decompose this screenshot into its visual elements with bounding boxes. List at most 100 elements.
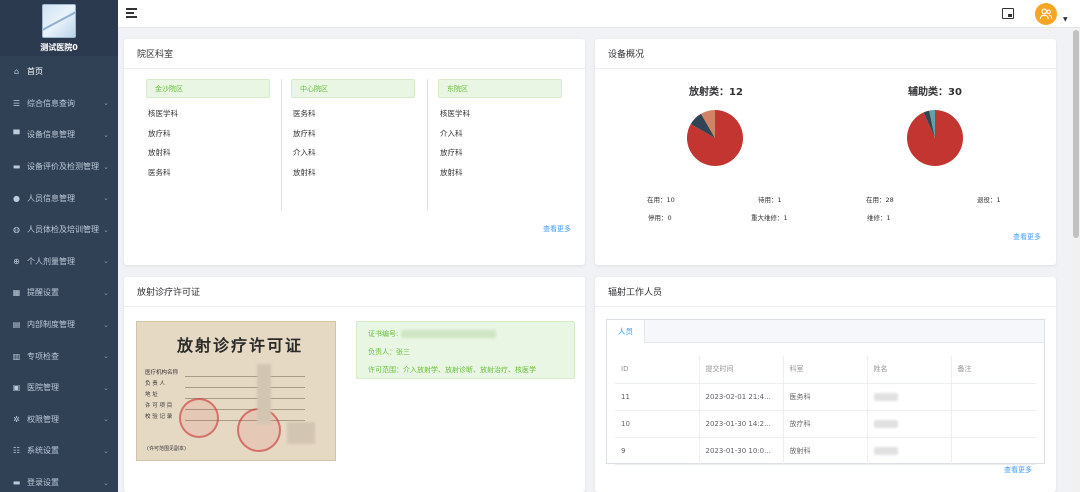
sidebar-item[interactable]: ☰ 综合信息查询 ⌄ — [0, 88, 118, 120]
cell-name — [866, 383, 951, 411]
license-number-label: 证书编号: — [368, 330, 399, 338]
redacted-name — [873, 392, 898, 401]
license-image-title: 放射诊疗许可证 — [177, 336, 304, 355]
department-item[interactable]: 介入科 — [438, 124, 562, 144]
license-image[interactable]: 放射诊疗许可证 医疗机构名称 负 责 人 地 址 许 可 项 目 校 验 记 录… — [136, 321, 336, 461]
sidebar-item[interactable]: ▀ 设备信息管理 ⌄ — [0, 119, 118, 151]
departments-card: 院区科室 金沙院区 核医学科 放疗科 放射科 医务科 中心院区 医务科 放疗科 … — [124, 39, 585, 265]
table-row[interactable]: 9 2023-01-30 10:0... 放射科 — [615, 437, 1036, 465]
tab-staff[interactable]: 人员 — [607, 320, 645, 343]
sidebar-item-label: 综合信息查询 — [27, 98, 75, 108]
sidebar-item-label: 人员体检及培训管理 — [27, 225, 99, 235]
department-item[interactable]: 核医学科 — [146, 104, 270, 124]
sidebar-item[interactable]: ✲ 权限管理 ⌄ — [0, 404, 118, 436]
departments-more-link[interactable]: 查看更多 — [543, 224, 571, 234]
device-stat: 退役：1 — [977, 196, 1001, 204]
department-item[interactable]: 放疗科 — [146, 124, 270, 144]
campus-tag: 中心院区 — [291, 79, 415, 98]
cell-note — [950, 410, 1036, 438]
sidebar-item[interactable]: ☷ 系统设置 ⌄ — [0, 435, 118, 467]
building-icon: ▣ — [12, 383, 21, 393]
staff-tabs: 人员 — [607, 320, 1044, 343]
page-scrollbar[interactable] — [1072, 28, 1080, 492]
department-item[interactable]: 放疗科 — [291, 124, 415, 144]
department-item[interactable]: 放射科 — [291, 163, 415, 183]
staff-tab-panel: 人员 ID 提交时间 科室 姓名 备注 11 2023-02-01 21:4..… — [606, 319, 1045, 465]
cell-name — [866, 410, 951, 438]
avatar[interactable] — [1035, 3, 1057, 25]
auxiliary-devices-title: 辅助类：30 — [908, 87, 962, 98]
chevron-down-icon: ⌄ — [103, 352, 109, 361]
department-item[interactable]: 核医学科 — [438, 104, 562, 124]
department-item[interactable]: 医务科 — [291, 104, 415, 124]
table-row[interactable]: 10 2023-01-30 14:2... 放疗科 — [615, 410, 1036, 438]
license-info: 证书编号: 负责人：张三 许可范围：介入放射学、放射诊断、放射治疗、核医学 — [356, 321, 575, 379]
cell-id: 10 — [615, 410, 699, 438]
license-image-footer: (许可范围见副本) — [147, 446, 186, 452]
campus-tag: 金沙院区 — [146, 79, 270, 98]
column-header: 姓名 — [866, 356, 951, 384]
sidebar-item-label: 内部制度管理 — [27, 320, 75, 330]
sidebar-item[interactable]: ⊕ 个人剂量管理 ⌄ — [0, 246, 118, 278]
radiation-devices-pie — [687, 110, 743, 166]
sidebar-item[interactable]: ◍ 人员体检及培训管理 ⌄ — [0, 214, 118, 246]
license-image-label: 校 验 记 录 — [145, 414, 173, 420]
fullscreen-icon[interactable] — [1002, 8, 1014, 19]
cell-time: 2023-01-30 10:0... — [698, 437, 783, 465]
chat-icon: ▬ — [12, 162, 21, 172]
sidebar-item[interactable]: ▬ 登录设置 ⌄ — [0, 467, 118, 492]
table-row[interactable]: 11 2023-02-01 21:4... 医务科 — [615, 383, 1036, 411]
home-icon: ⌂ — [13, 67, 20, 77]
column-header: 提交时间 — [698, 356, 783, 384]
sidebar-item[interactable]: ▤ 内部制度管理 ⌄ — [0, 309, 118, 341]
device-stat: 重大维修：1 — [751, 214, 788, 222]
user-menu-caret-icon[interactable]: ▼ — [1063, 16, 1068, 23]
department-item[interactable]: 放射科 — [438, 163, 562, 183]
device-stat: 在用：10 — [647, 196, 675, 204]
sidebar-item-label: 提醒设置 — [27, 288, 59, 298]
devices-card: 设备概况 放射类：12 在用：10 待用：1 停用：0 重大维修：1 辅助类：3… — [595, 39, 1056, 265]
sidebar-item[interactable]: ⌂ 首页 — [0, 56, 118, 88]
staff-title: 辐射工作人员 — [595, 277, 1056, 307]
user-icon: ● — [13, 193, 20, 203]
sidebar-item[interactable]: ▥ 专项检查 ⌄ — [0, 340, 118, 372]
sidebar-item-label: 人员信息管理 — [27, 193, 75, 203]
cell-time: 2023-02-01 21:4... — [698, 383, 783, 411]
sidebar-item[interactable]: ▬ 设备评价及检测管理 ⌄ — [0, 151, 118, 183]
devices-more-link[interactable]: 查看更多 — [1013, 232, 1041, 242]
cell-name — [866, 437, 951, 465]
department-item[interactable]: 介入科 — [291, 143, 415, 163]
staff-more-link[interactable]: 查看更多 — [1004, 465, 1032, 475]
license-image-label: 负 责 人 — [145, 381, 165, 387]
license-title: 放射诊疗许可证 — [124, 277, 585, 307]
cell-id: 9 — [615, 437, 699, 465]
chevron-down-icon: ⌄ — [103, 415, 109, 424]
sidebar-item[interactable]: ▣ 医院管理 ⌄ — [0, 372, 118, 404]
department-item[interactable]: 医务科 — [146, 163, 270, 183]
folder-icon: ▤ — [12, 320, 21, 330]
cell-id: 11 — [615, 383, 699, 411]
cell-dept: 放射科 — [782, 437, 867, 465]
staff-card: 辐射工作人员 人员 ID 提交时间 科室 姓名 备注 11 2023-02-01… — [595, 277, 1056, 492]
users-icon — [1039, 8, 1053, 19]
column-header: 备注 — [950, 356, 1036, 384]
sidebar-item[interactable]: ● 人员信息管理 ⌄ — [0, 182, 118, 214]
sidebar-item[interactable]: ▦ 提醒设置 ⌄ — [0, 277, 118, 309]
chevron-down-icon: ⌄ — [103, 383, 109, 392]
globe-icon: ◍ — [13, 225, 20, 235]
devices-title: 设备概况 — [595, 39, 1056, 69]
hamburger-menu-icon[interactable] — [126, 8, 137, 18]
chevron-down-icon: ⌄ — [103, 162, 109, 171]
sliders-icon: ☷ — [12, 446, 21, 456]
scrollbar-thumb[interactable] — [1073, 30, 1079, 238]
cell-note — [950, 383, 1036, 411]
department-column: 东院区 核医学科 介入科 放疗科 放射科 — [438, 79, 562, 182]
license-owner: 负责人：张三 — [368, 348, 410, 356]
license-number: 证书编号: — [368, 329, 496, 339]
chevron-down-icon: ⌄ — [103, 225, 109, 234]
sidebar-item-label: 设备评价及检测管理 — [27, 162, 99, 172]
department-item[interactable]: 放射科 — [146, 143, 270, 163]
license-image-label: 地 址 — [145, 392, 158, 398]
department-item[interactable]: 放疗科 — [438, 143, 562, 163]
monitor-icon: ▀ — [13, 130, 20, 140]
